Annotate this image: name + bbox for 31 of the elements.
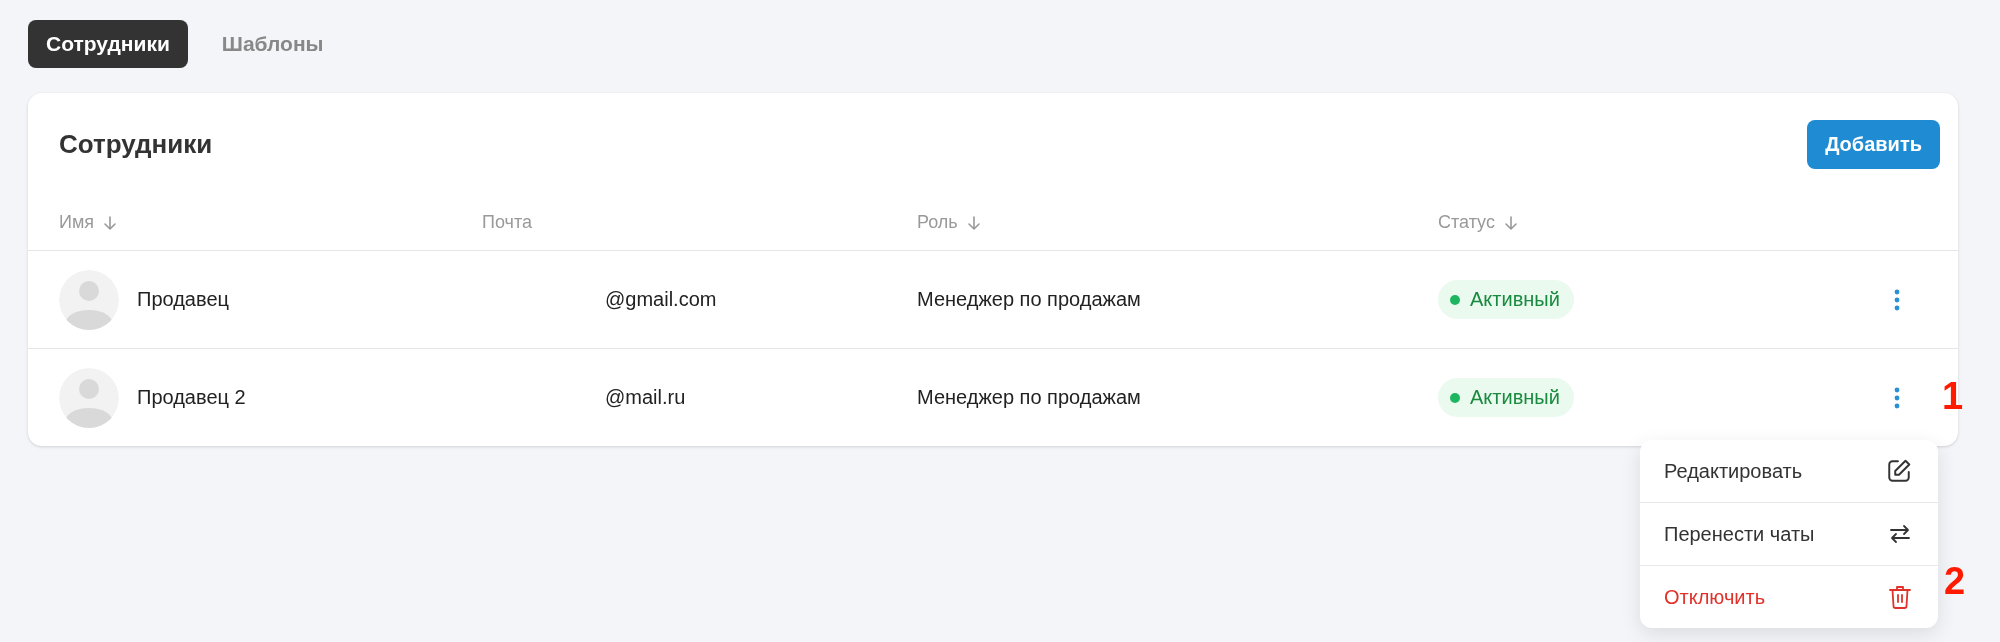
sort-arrow-icon[interactable] <box>965 214 982 231</box>
status-badge: Активный <box>1438 280 1574 319</box>
employee-name: Продавец 2 <box>137 386 246 409</box>
employee-email: @gmail.com <box>605 288 717 310</box>
annotation-number: 2 <box>1944 560 1966 603</box>
menu-item[interactable]: Редактировать <box>1640 440 1938 503</box>
menu-item[interactable]: Перенести чаты <box>1640 503 1938 566</box>
sort-arrow-icon[interactable] <box>102 214 119 231</box>
trash-icon <box>1888 584 1912 610</box>
column-header[interactable]: Почта <box>482 204 532 233</box>
edit-icon <box>1886 458 1912 484</box>
avatar-icon <box>59 367 119 428</box>
card-title: Сотрудники <box>59 128 213 160</box>
status-badge: Активный <box>1438 378 1574 417</box>
avatar-icon <box>59 269 119 330</box>
more-options-icon[interactable] <box>1893 287 1901 312</box>
menu-item[interactable]: Отключить <box>1640 566 1938 628</box>
add-button[interactable]: Добавить <box>1807 119 1940 169</box>
swap-arrows-icon <box>1888 522 1912 546</box>
employee-role: Менеджер по продажам <box>917 288 1141 310</box>
more-options-icon[interactable] <box>1893 385 1901 410</box>
sort-arrow-icon[interactable] <box>1502 214 1519 231</box>
column-header[interactable]: Статус <box>1438 204 1519 233</box>
employee-role: Менеджер по продажам <box>917 386 1141 408</box>
employee-name: Продавец <box>137 288 229 311</box>
tab[interactable]: Шаблоны <box>203 20 342 68</box>
column-header[interactable]: Имя <box>59 204 119 233</box>
employee-email: @mail.ru <box>605 386 686 408</box>
tab[interactable]: Сотрудники <box>28 20 188 68</box>
annotation-number: 1 <box>1942 375 1964 418</box>
column-header[interactable]: Роль <box>917 204 982 233</box>
